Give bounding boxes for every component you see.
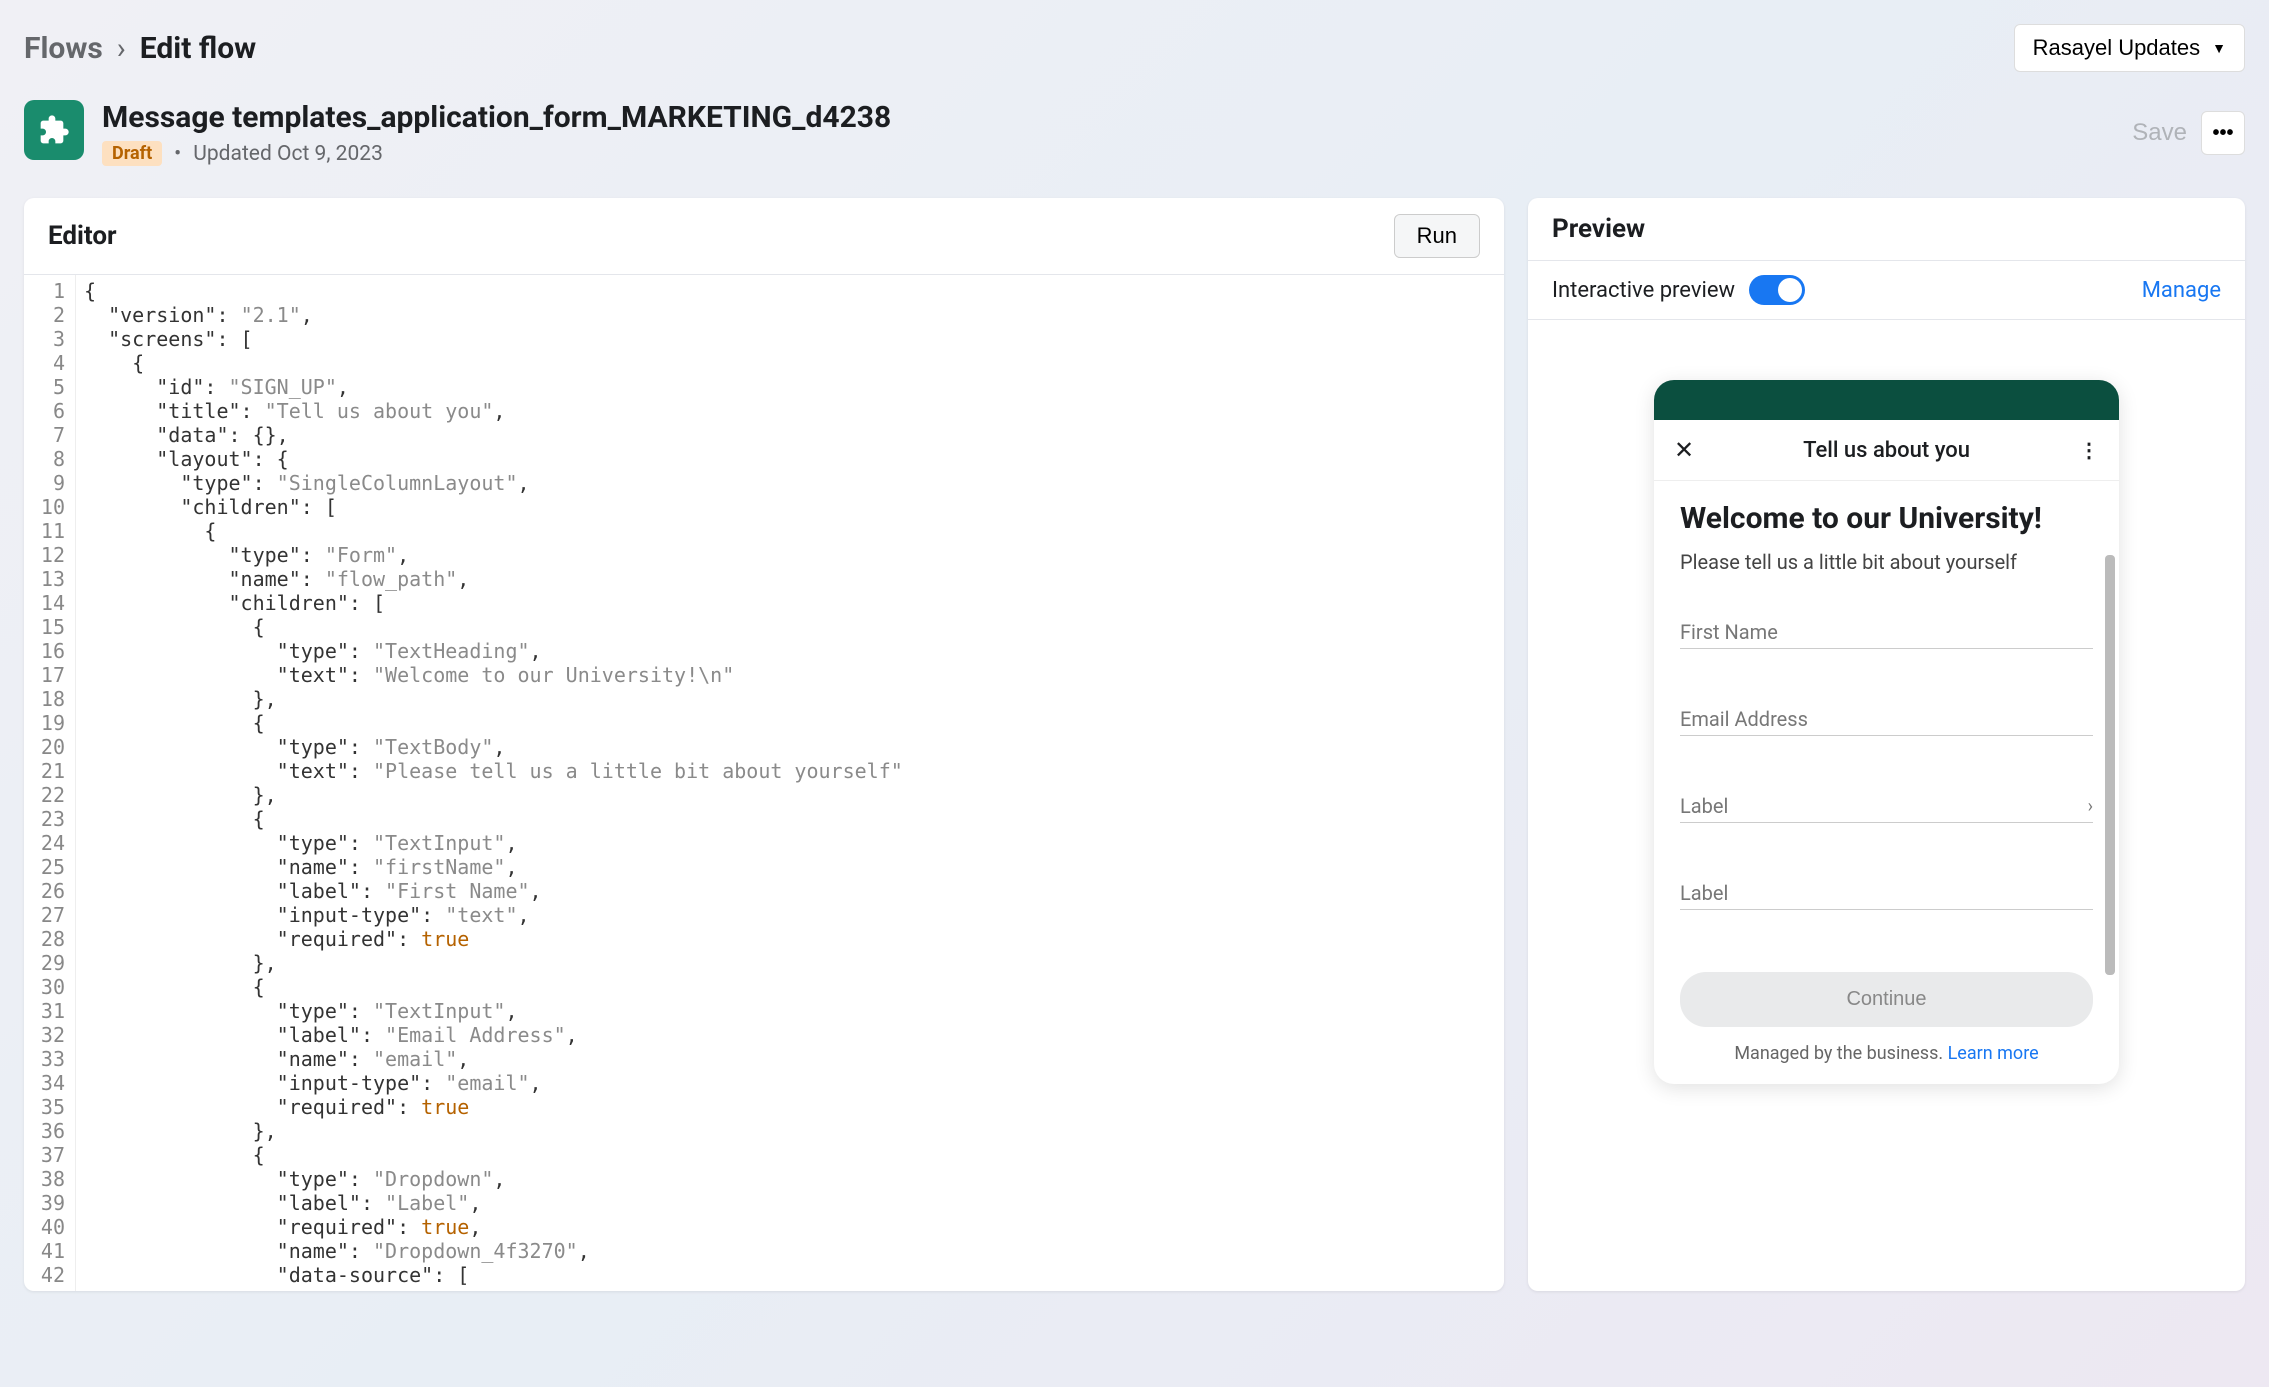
updated-text: Updated Oct 9, 2023 [193,142,383,166]
breadcrumb-edit: Edit flow [140,31,256,66]
breadcrumb: Flows › Edit flow [24,31,256,66]
dropdown-field-2[interactable]: Label [1680,871,2093,910]
preview-panel: Preview Interactive preview Manage ✕ Tel… [1528,198,2245,1291]
email-field[interactable]: Email Address [1680,697,2093,736]
run-button[interactable]: Run [1394,214,1480,258]
caret-down-icon: ▼ [2212,40,2226,56]
email-label: Email Address [1680,707,1808,731]
close-icon[interactable]: ✕ [1674,436,1694,464]
first-name-label: First Name [1680,620,1778,644]
phone-preview: ✕ Tell us about you ⋮ Welcome to our Uni… [1654,380,2119,1084]
meta-dot: • [174,142,181,166]
app-icon [24,100,84,160]
dropdown-label-1: Label [1680,794,1728,818]
updates-dropdown[interactable]: Rasayel Updates ▼ [2014,24,2245,72]
managed-text: Managed by the business. Learn more [1680,1043,2093,1064]
phone-heading: Welcome to our University! [1680,501,2093,536]
interactive-preview-label: Interactive preview [1552,278,1735,303]
learn-more-link[interactable]: Learn more [1948,1043,2039,1064]
phone-title: Tell us about you [1803,438,1970,463]
kebab-icon[interactable]: ⋮ [2079,438,2099,462]
breadcrumb-flows[interactable]: Flows [24,31,103,66]
chevron-right-icon: › [117,31,126,66]
dropdown-field-1[interactable]: Label › [1680,784,2093,823]
phone-body: Please tell us a little bit about yourse… [1680,550,2093,574]
save-button: Save [2132,119,2187,147]
editor-panel: Editor Run 12345678910111213141516171819… [24,198,1504,1291]
chevron-right-icon: › [2088,796,2093,817]
manage-link[interactable]: Manage [2142,278,2221,303]
flow-title: Message templates_application_form_MARKE… [102,100,891,135]
continue-button[interactable]: Continue [1680,972,2093,1027]
preview-title: Preview [1552,214,1645,244]
updates-label: Rasayel Updates [2033,35,2201,61]
dropdown-label-2: Label [1680,881,1728,905]
first-name-field[interactable]: First Name [1680,610,2093,649]
interactive-toggle[interactable] [1749,275,1805,305]
status-badge: Draft [102,141,162,166]
phone-scrollbar[interactable] [2105,555,2115,975]
more-button[interactable]: ••• [2201,111,2245,155]
editor-title: Editor [48,221,117,251]
code-editor[interactable]: 1234567891011121314151617181920212223242… [24,275,1504,1291]
